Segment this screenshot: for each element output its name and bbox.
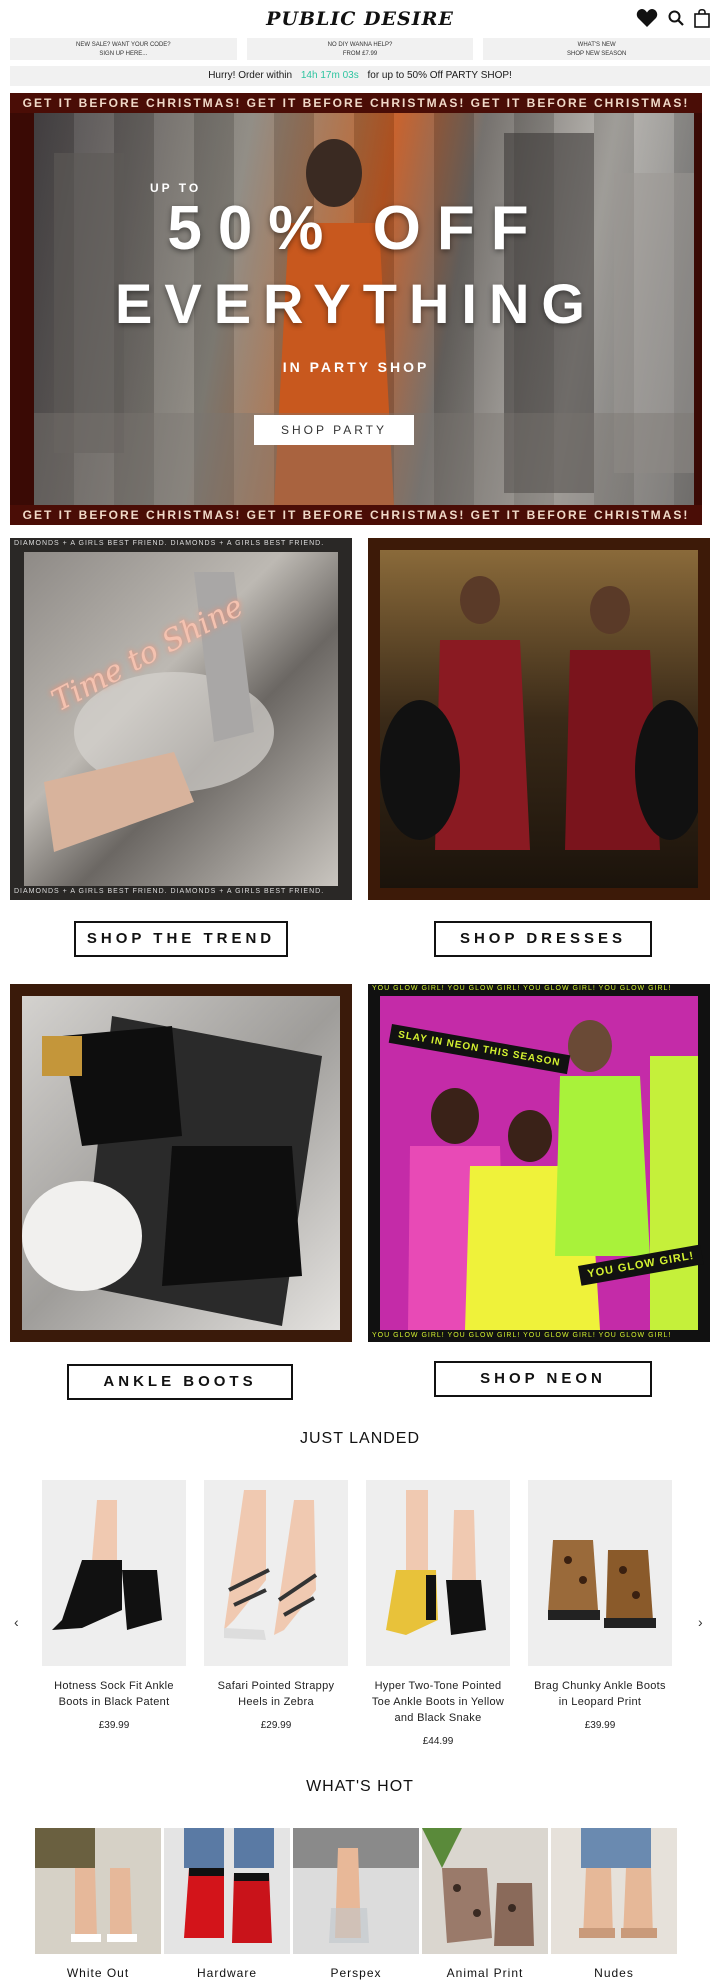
boots-tile[interactable] <box>10 984 352 1342</box>
countdown-banner[interactable]: Hurry! Order within 14h 17m 03s for up t… <box>10 66 710 86</box>
shop-party-button[interactable]: SHOP PARTY <box>254 415 414 445</box>
product-card[interactable]: Hotness Sock Fit Ankle Boots in Black Pa… <box>42 1480 186 1731</box>
boots-photo <box>22 996 340 1330</box>
product-name[interactable]: Hotness Sock Fit Ankle Boots in Black Pa… <box>42 1678 186 1710</box>
countdown-post: for up to 50% Off PARTY SHOP! <box>367 70 512 81</box>
countdown-pre: Hurry! Order within <box>208 70 293 81</box>
site-header: PUBLIC DESIRE <box>0 0 720 40</box>
hero-headline-2: EVERYTHING <box>115 272 597 335</box>
promo-delivery[interactable]: NO DIY WANNA HELP? FROM £7.99 <box>246 38 474 60</box>
product-price: £39.99 <box>584 1720 616 1731</box>
ankle-boots-button[interactable]: ANKLE BOOTS <box>67 1364 293 1400</box>
category-tile-perspex[interactable]: Perspex <box>293 1828 419 1980</box>
heart-icon[interactable] <box>636 8 658 33</box>
carousel-next-icon[interactable]: › <box>698 1614 703 1630</box>
trend-ticker: DIAMONDS + A GIRLS BEST FRIEND. DIAMONDS… <box>14 540 325 547</box>
search-icon[interactable] <box>668 10 684 31</box>
hero-subheading: IN PARTY SHOP <box>282 359 430 375</box>
countdown-timer: 14h 17m 03s <box>300 70 359 81</box>
product-image[interactable] <box>366 1480 510 1666</box>
category-image[interactable] <box>164 1828 290 1954</box>
category-tile-white-out[interactable]: White Out <box>35 1828 161 1980</box>
product-card[interactable]: Safari Pointed Strappy Heels in Zebra £2… <box>204 1480 348 1731</box>
category-label[interactable]: Nudes <box>551 1966 677 1980</box>
category-label[interactable]: Animal Print <box>422 1966 548 1980</box>
product-card[interactable]: Hyper Two-Tone Pointed Toe Ankle Boots i… <box>366 1480 510 1747</box>
product-price: £29.99 <box>260 1720 292 1731</box>
shop-dresses-button[interactable]: SHOP DRESSES <box>434 921 652 957</box>
product-image[interactable] <box>204 1480 348 1666</box>
trend-ticker-bottom: DIAMONDS + A GIRLS BEST FRIEND. DIAMONDS… <box>14 888 325 895</box>
hero-headline-1: 50% OFF <box>167 194 545 263</box>
hero-banner[interactable]: GET IT BEFORE CHRISTMAS! GET IT BEFORE C… <box>10 93 702 525</box>
category-tile-hardware[interactable]: Hardware <box>164 1828 290 1980</box>
neon-tile[interactable]: YOU GLOW GIRL! YOU GLOW GIRL! YOU GLOW G… <box>368 984 710 1342</box>
product-price: £44.99 <box>422 1736 454 1747</box>
promo-signup[interactable]: NEW SALE? WANT YOUR CODE? SIGN UP HERE..… <box>10 38 237 60</box>
shop-the-trend-button[interactable]: SHOP THE TREND <box>74 921 288 957</box>
hero-ticker-top: GET IT BEFORE CHRISTMAS! GET IT BEFORE C… <box>10 93 702 113</box>
logo[interactable]: PUBLIC DESIRE <box>0 8 720 30</box>
product-image[interactable] <box>42 1480 186 1666</box>
trend-tile[interactable]: DIAMONDS + A GIRLS BEST FRIEND. DIAMONDS… <box>10 538 352 900</box>
neon-ticker: YOU GLOW GIRL! YOU GLOW GIRL! YOU GLOW G… <box>372 985 672 992</box>
category-label[interactable]: White Out <box>35 1966 161 1980</box>
promo-new-season[interactable]: WHAT'S NEW SHOP NEW SEASON <box>483 38 711 60</box>
shop-neon-button[interactable]: SHOP NEON <box>434 1361 652 1397</box>
trend-photo <box>24 552 338 886</box>
category-image[interactable] <box>551 1828 677 1954</box>
product-image[interactable] <box>528 1480 672 1666</box>
bag-icon[interactable] <box>694 8 710 33</box>
category-label[interactable]: Perspex <box>293 1966 419 1980</box>
product-price: £39.99 <box>98 1720 130 1731</box>
promo-strip: NEW SALE? WANT YOUR CODE? SIGN UP HERE..… <box>10 38 711 60</box>
product-name[interactable]: Hyper Two-Tone Pointed Toe Ankle Boots i… <box>366 1678 510 1726</box>
category-image[interactable] <box>293 1828 419 1954</box>
category-tile-animal-print[interactable]: Animal Print <box>422 1828 548 1980</box>
hero-ticker-bottom: GET IT BEFORE CHRISTMAS! GET IT BEFORE C… <box>10 505 702 525</box>
category-tile-nudes[interactable]: Nudes <box>551 1828 677 1980</box>
product-card[interactable]: Brag Chunky Ankle Boots in Leopard Print… <box>528 1480 672 1731</box>
product-name[interactable]: Safari Pointed Strappy Heels in Zebra <box>204 1678 348 1710</box>
category-image[interactable] <box>422 1828 548 1954</box>
carousel-prev-icon[interactable]: ‹ <box>14 1614 19 1630</box>
dresses-tile[interactable] <box>368 538 710 900</box>
category-label[interactable]: Hardware <box>164 1966 290 1980</box>
dresses-photo <box>380 550 698 888</box>
just-landed-title: JUST LANDED <box>299 1430 421 1447</box>
whats-hot-title: WHAT'S HOT <box>306 1778 414 1795</box>
category-image[interactable] <box>35 1828 161 1954</box>
product-name[interactable]: Brag Chunky Ankle Boots in Leopard Print <box>528 1678 672 1710</box>
neon-ticker-bottom: YOU GLOW GIRL! YOU GLOW GIRL! YOU GLOW G… <box>372 1332 672 1339</box>
